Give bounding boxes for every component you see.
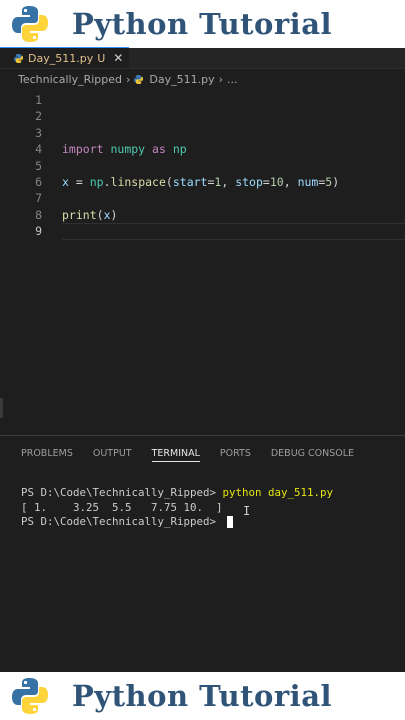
terminal-prompt: PS D:\Code\Technically_Ripped> [21,486,223,499]
line-number: 3 [35,125,42,140]
tab-modified-indicator: U [97,51,106,65]
tab-day-511[interactable]: Day_511.py U ✕ [0,47,130,68]
code-line[interactable]: 2 [0,108,405,124]
tab-output[interactable]: OUTPUT [93,436,132,470]
banner-title: Python Tutorial [72,679,333,713]
tab-debug-console[interactable]: DEBUG CONSOLE [271,436,354,470]
python-file-icon [14,53,23,63]
code-text: print(x) [62,207,118,222]
terminal-output[interactable]: PS D:\Code\Technically_Ripped> python da… [21,486,333,530]
close-icon[interactable]: ✕ [113,51,123,65]
code-text: import numpy as np [62,142,187,157]
text-cursor-icon: I [243,504,251,518]
code-line[interactable]: 4 import numpy as np [0,141,405,157]
code-line[interactable]: 3 [0,125,405,141]
line-number: 2 [35,109,42,124]
code-line[interactable]: 5 [0,158,405,174]
code-line[interactable]: 6 x = np.linspace(start=1, stop=10, num=… [0,174,405,190]
line-number: 9 [35,224,42,239]
bottom-panel: PROBLEMS OUTPUT TERMINAL PORTS DEBUG CON… [0,435,405,673]
banner-title: Python Tutorial [72,7,333,41]
code-line[interactable]: 1 [0,92,405,108]
breadcrumb-file[interactable]: Day_511.py [149,73,214,86]
terminal-line: PS D:\Code\Technically_Ripped> python da… [21,486,333,501]
terminal-line: [ 1. 3.25 5.5 7.75 10. ] [21,501,333,516]
tab-ports[interactable]: PORTS [220,436,251,470]
line-number: 5 [35,158,42,173]
terminal-cursor [226,516,233,528]
code-text: x = np.linspace(start=1, stop=10, num=5) [62,174,340,189]
code-line[interactable]: 7 [0,190,405,206]
python-file-icon [134,74,144,84]
code-line-active[interactable]: 9 [0,223,405,240]
breadcrumb-folder[interactable]: Technically_Ripped [18,73,122,86]
code-lines[interactable]: 1 2 3 4 import numpy as np 5 6 x = np.li… [0,92,405,240]
panel-tabs: PROBLEMS OUTPUT TERMINAL PORTS DEBUG CON… [0,436,405,470]
tab-terminal[interactable]: TERMINAL [151,436,201,470]
terminal-line: PS D:\Code\Technically_Ripped> [21,515,333,530]
python-logo-icon [12,6,48,42]
breadcrumb-more[interactable]: ... [227,73,238,86]
chevron-right-icon: › [126,72,131,86]
code-line[interactable]: 8 print(x) [0,207,405,223]
bottom-banner: Python Tutorial [0,672,405,720]
tab-problems[interactable]: PROBLEMS [21,436,73,470]
tab-filename: Day_511.py [28,51,94,65]
line-number: 8 [35,207,42,222]
line-number: 4 [35,142,42,157]
terminal-command: python day_511.py [222,486,334,499]
terminal-prompt: PS D:\Code\Technically_Ripped> [21,515,223,528]
editor-tab-bar: Day_511.py U ✕ [0,47,405,69]
breadcrumb: Technically_Ripped › Day_511.py › ... [0,69,405,89]
python-logo-icon [12,678,48,714]
line-number: 7 [35,191,42,206]
terminal-output-text: [ 1. 3.25 5.5 7.75 10. ] [21,500,223,514]
scrollbar[interactable] [0,398,3,418]
top-banner: Python Tutorial [0,0,405,48]
line-number: 1 [35,93,42,107]
chevron-right-icon: › [218,72,224,86]
line-number: 6 [35,174,42,189]
code-editor[interactable]: Day_511.py U ✕ Technically_Ripped › Day_… [0,47,405,435]
